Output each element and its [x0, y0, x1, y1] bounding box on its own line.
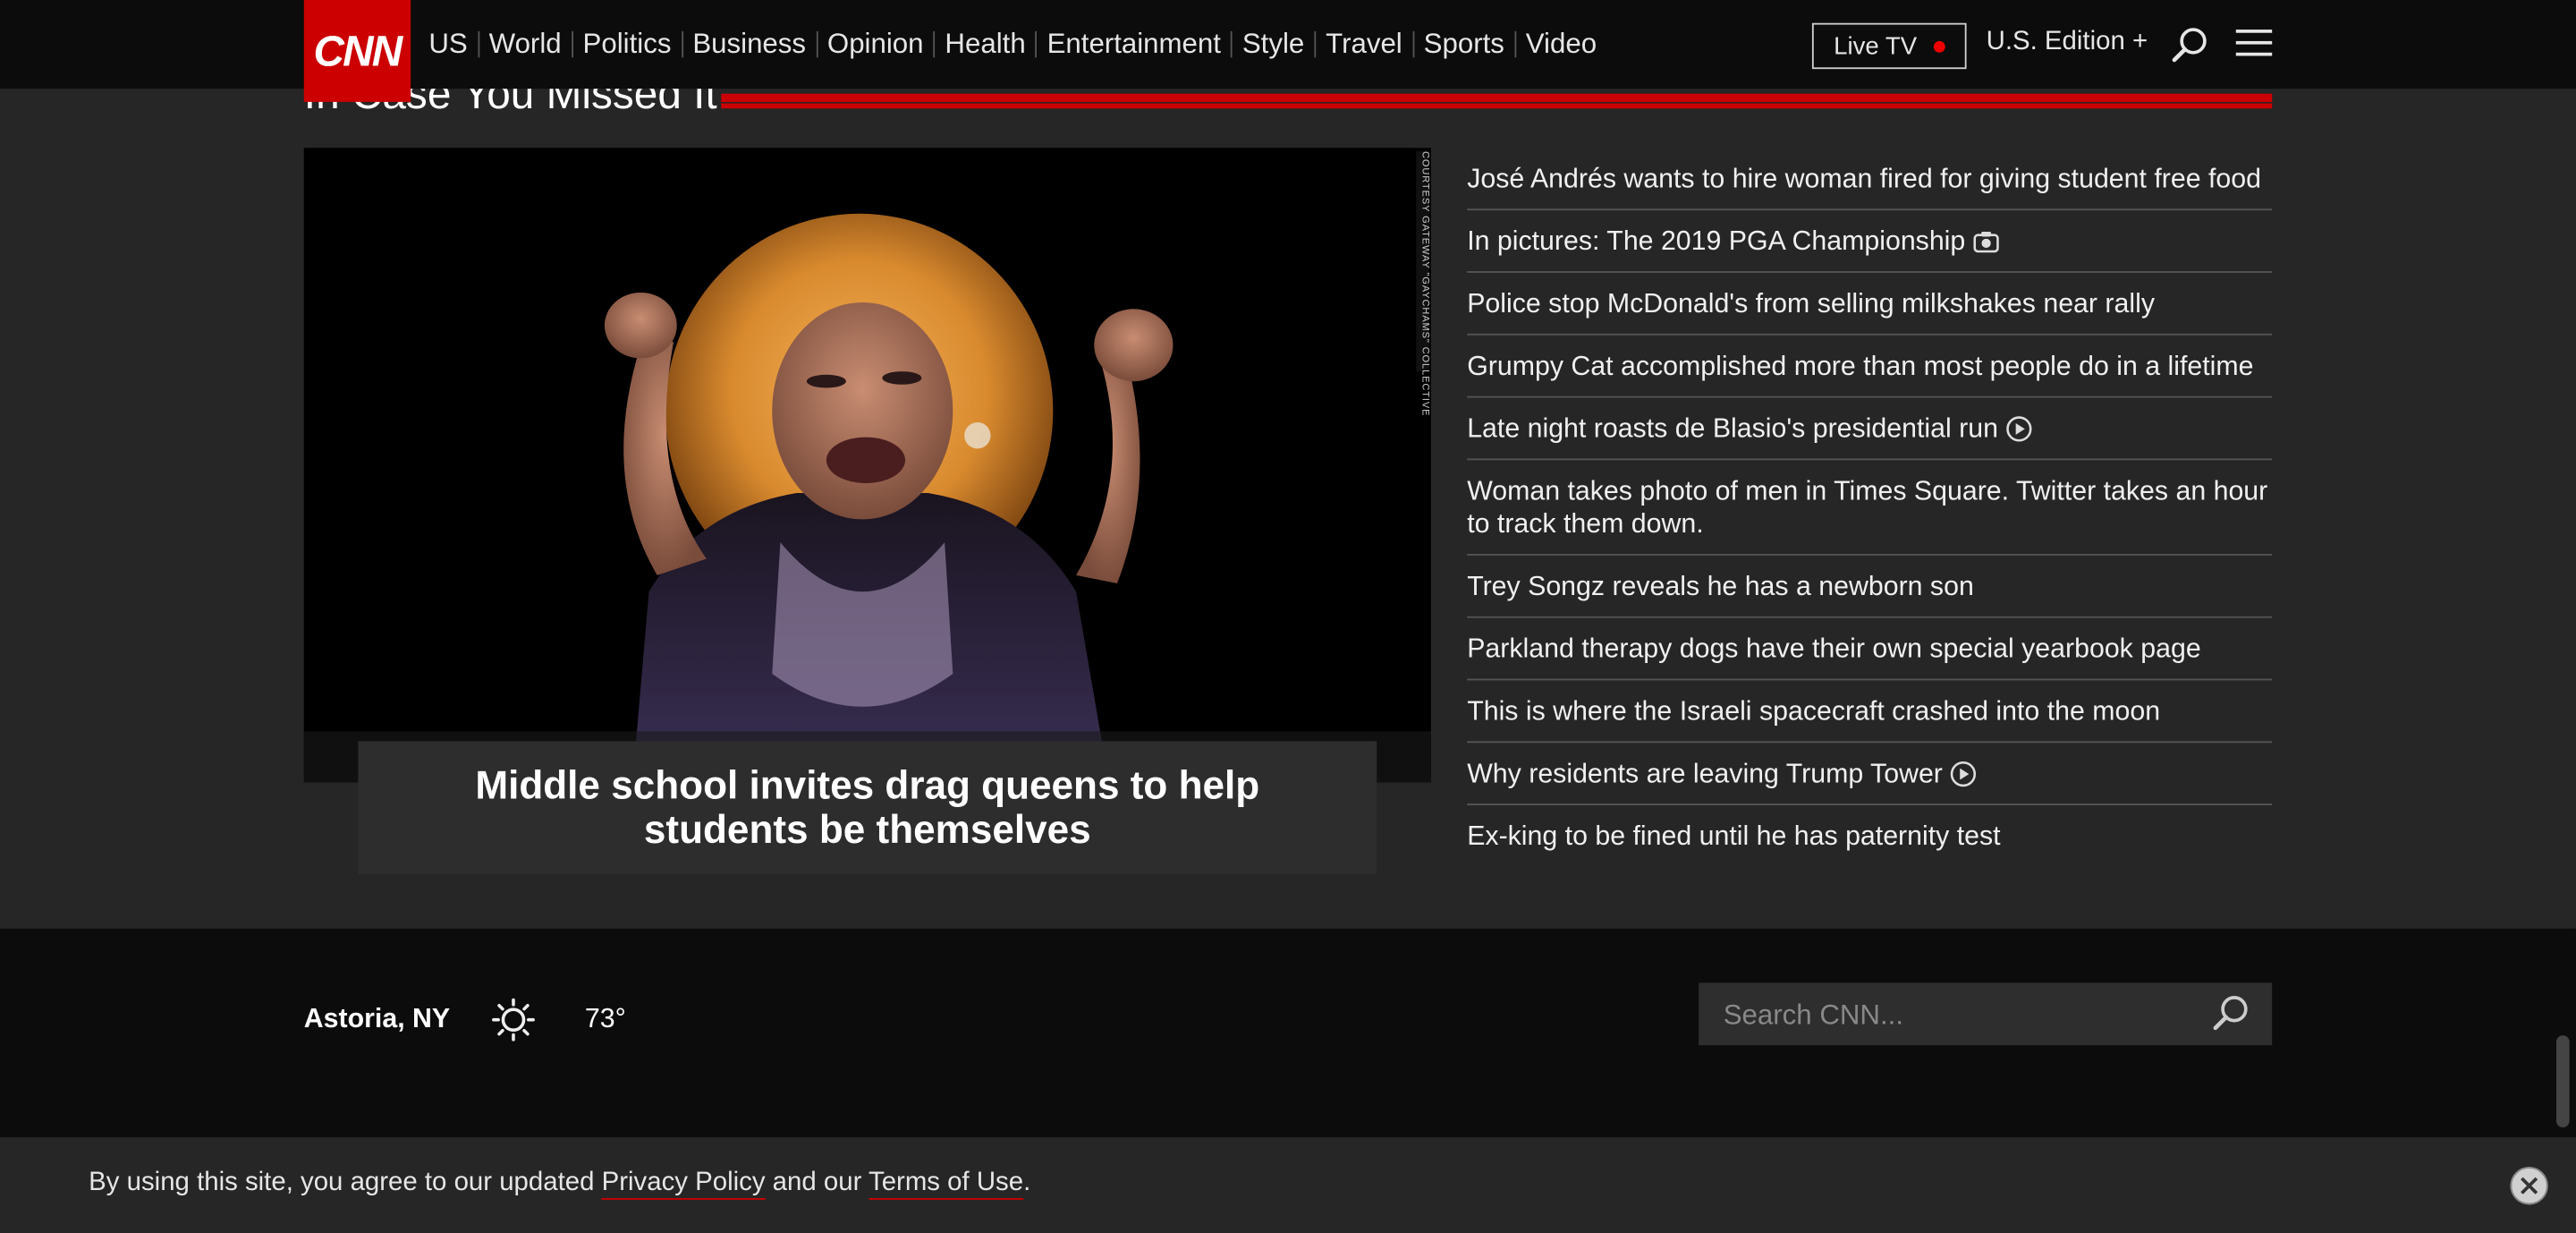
camera-icon	[1974, 231, 2000, 253]
cookie-prefix: By using this site, you agree to our upd…	[89, 1168, 602, 1197]
nav-sports[interactable]: Sports	[1411, 30, 1514, 57]
menu-icon[interactable]	[2235, 30, 2273, 59]
headline-text: This is where the Israeli spacecraft cra…	[1467, 696, 2161, 727]
live-tv-label: Live TV	[1834, 31, 1918, 61]
headline-text: Late night roasts de Blasio's presidenti…	[1467, 413, 1998, 444]
cookie-middle: and our	[765, 1168, 869, 1197]
page-scrollbar[interactable]	[2555, 1035, 2570, 1127]
top-nav-bar: CNN US World Politics Business Opinion H…	[0, 0, 2576, 102]
terms-of-use-link[interactable]: Terms of Use	[868, 1168, 1024, 1200]
headline-text: Trey Songz reveals he has a newborn son	[1467, 572, 1974, 602]
nav-business[interactable]: Business	[681, 30, 816, 57]
sun-icon	[492, 998, 535, 1042]
list-item[interactable]: Parkland therapy dogs have their own spe…	[1467, 618, 2273, 681]
nav-world[interactable]: World	[477, 30, 572, 57]
list-item[interactable]: Woman takes photo of men in Times Square…	[1467, 460, 2273, 556]
hero-headline: Middle school invites drag queens to hel…	[475, 763, 1260, 853]
list-item[interactable]: Ex-king to be fined until he has paterni…	[1467, 805, 2272, 866]
search-icon[interactable]	[2172, 26, 2207, 63]
headline-text: Grumpy Cat accomplished more than most p…	[1467, 352, 2254, 382]
list-item[interactable]: This is where the Israeli spacecraft cra…	[1467, 680, 2273, 744]
headline-text: José Andrés wants to hire woman fired fo…	[1467, 164, 2262, 194]
logo-text: CNN	[313, 25, 402, 75]
photo-credit-text: COURTESY GATEWAY "GAYCHAMS" COLLECTIVE	[1419, 150, 1429, 417]
nav-health[interactable]: Health	[933, 30, 1036, 57]
search-submit-icon[interactable]	[2213, 994, 2249, 1031]
play-icon	[1951, 761, 1977, 787]
live-dot-icon	[1933, 39, 1945, 52]
section-rule	[721, 93, 2273, 109]
headline-list: José Andrés wants to hire woman fired fo…	[1467, 148, 2273, 866]
nav-video[interactable]: Video	[1513, 30, 1606, 57]
weather-temperature: 73°	[584, 1004, 626, 1034]
main-nav: US World Politics Business Opinion Healt…	[428, 0, 1606, 89]
list-item[interactable]: Police stop McDonald's from selling milk…	[1467, 273, 2273, 336]
cookie-message: By using this site, you agree to our upd…	[89, 1168, 1031, 1200]
edition-selector[interactable]: U.S. Edition +	[1987, 28, 2148, 57]
nav-entertainment[interactable]: Entertainment	[1035, 30, 1231, 57]
search-input[interactable]	[1720, 982, 2204, 1049]
nav-opinion[interactable]: Opinion	[816, 30, 934, 57]
nav-us[interactable]: US	[428, 30, 477, 57]
list-item[interactable]: Trey Songz reveals he has a newborn son	[1467, 556, 2273, 618]
cookie-suffix: .	[1023, 1168, 1031, 1197]
list-item[interactable]: Grumpy Cat accomplished more than most p…	[1467, 336, 2273, 398]
footer-search	[1699, 982, 2273, 1049]
live-tv-button[interactable]: Live TV	[1811, 22, 1967, 70]
cnn-logo[interactable]: CNN	[303, 0, 411, 102]
nav-travel[interactable]: Travel	[1314, 30, 1411, 57]
list-item[interactable]: José Andrés wants to hire woman fired fo…	[1467, 148, 2273, 211]
hero-caption[interactable]: Middle school invites drag queens to hel…	[358, 741, 1377, 875]
list-item[interactable]: Why residents are leaving Trump Tower	[1467, 743, 2273, 805]
list-item[interactable]: Late night roasts de Blasio's presidenti…	[1467, 397, 2273, 461]
play-icon	[2006, 416, 2032, 442]
headline-text: Woman takes photo of men in Times Square…	[1467, 476, 2268, 540]
close-icon[interactable]	[2510, 1167, 2548, 1205]
weather-location[interactable]: Astoria, NY	[304, 1004, 450, 1035]
headline-text: Ex-king to be fined until he has paterni…	[1467, 821, 2001, 852]
nav-politics[interactable]: Politics	[571, 30, 682, 57]
cookie-banner: By using this site, you agree to our upd…	[0, 1137, 2576, 1233]
headline-text: In pictures: The 2019 PGA Championship	[1467, 226, 1966, 257]
headline-text: Police stop McDonald's from selling milk…	[1467, 289, 2155, 319]
headline-text: Parkland therapy dogs have their own spe…	[1467, 634, 2201, 665]
nav-style[interactable]: Style	[1230, 30, 1314, 57]
headline-text: Why residents are leaving Trump Tower	[1467, 759, 1943, 789]
hero-image[interactable]	[303, 148, 1431, 783]
photo-credit: COURTESY GATEWAY "GAYCHAMS" COLLECTIVE	[1416, 150, 1429, 416]
privacy-policy-link[interactable]: Privacy Policy	[601, 1168, 766, 1200]
list-item[interactable]: In pictures: The 2019 PGA Championship	[1467, 210, 2273, 273]
